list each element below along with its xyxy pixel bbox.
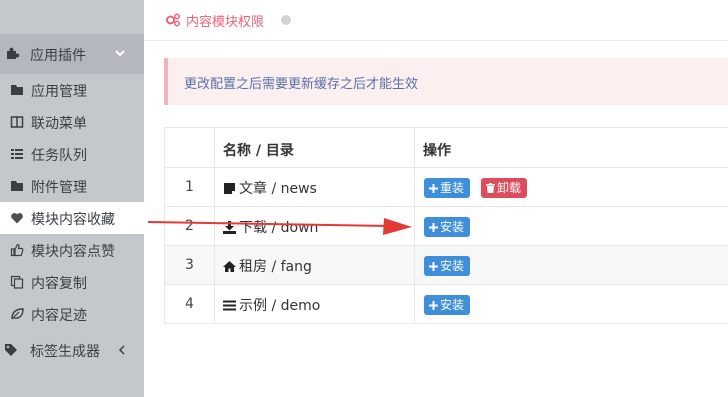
chevron-left-icon [118, 345, 125, 355]
plus-icon [429, 184, 438, 193]
home-icon [223, 261, 236, 272]
chevron-down-icon [115, 50, 125, 57]
table-header-row: 名称 / 目录 操作 [164, 127, 728, 167]
row-actions: 安装 [415, 246, 728, 284]
module-name: 租房 / fang [223, 256, 312, 276]
button-label: 安装 [440, 220, 465, 234]
reinstall-button[interactable]: 重装 [424, 178, 471, 198]
sidebar-item-linkage-menu[interactable]: 联动菜单 [0, 106, 144, 138]
header-name: 名称 / 目录 [215, 128, 415, 167]
heart-icon [11, 213, 23, 224]
row-number: 4 [185, 296, 194, 312]
sidebar-item-label: 模块内容收藏 [31, 212, 115, 228]
sidebar-item-label: 内容足迹 [31, 308, 87, 324]
sidebar-item-attachments[interactable]: 附件管理 [0, 170, 144, 202]
sidebar-item-task-queue[interactable]: 任务队列 [0, 138, 144, 170]
button-label: 安装 [440, 259, 465, 273]
row-name: 示例 / demo [215, 285, 415, 323]
header-actions: 操作 [415, 128, 728, 167]
trash-icon [486, 183, 495, 193]
notice-alert: 更改配置之后需要更新缓存之后才能生效 [164, 58, 728, 105]
plus-icon [429, 223, 438, 232]
sidebar-item-content-copy[interactable]: 内容复制 [0, 266, 144, 298]
install-button[interactable]: 安装 [424, 217, 471, 237]
annotation-arrow [148, 218, 412, 235]
plus-icon [429, 262, 438, 271]
sidebar-group-label: 应用插件 [30, 48, 86, 64]
table-row: 3 租房 / fang 安装 [164, 245, 728, 284]
sidebar-item-app-management[interactable]: 应用管理 [0, 74, 144, 106]
copy-icon [10, 275, 24, 289]
page-title: 内容模块权限 [186, 15, 265, 30]
row-actions: 安装 [415, 285, 728, 323]
table-row: 4 示例 / demo 安装 [164, 284, 728, 323]
bars-icon [223, 300, 236, 311]
table-bottom-border [164, 323, 728, 324]
thumbs-up-icon [10, 243, 24, 257]
list-icon [11, 149, 23, 159]
button-label: 卸载 [497, 181, 522, 195]
leaf-icon [11, 308, 24, 320]
row-name: 文章 / news [215, 168, 415, 206]
row-index: 4 [164, 285, 215, 323]
tag-icon [5, 344, 17, 356]
header-actions-label: 操作 [423, 143, 451, 159]
alert-text: 更改配置之后需要更新缓存之后才能生效 [184, 77, 419, 92]
file-icon [224, 183, 235, 194]
sidebar: 应用插件 应用管理 联动菜单 任务队列 附件管理 模块内容收藏 模块内容点赞 内… [0, 0, 148, 397]
sidebar-item-label: 模块内容点赞 [31, 244, 115, 260]
install-button[interactable]: 安装 [424, 295, 471, 315]
row-actions: 重装 卸载 [415, 168, 728, 206]
header-name-label: 名称 / 目录 [223, 143, 294, 159]
sidebar-item-tag-generator[interactable]: 标签生成器 [0, 334, 144, 366]
module-name-text: 示例 / demo [239, 298, 321, 314]
uninstall-button[interactable]: 卸载 [481, 178, 528, 198]
row-number: 1 [185, 179, 194, 195]
folder-icon [11, 181, 23, 191]
sidebar-item-label: 任务队列 [31, 148, 87, 164]
button-label: 安装 [440, 298, 465, 312]
row-index: 3 [164, 246, 215, 284]
puzzle-icon [7, 47, 20, 59]
sidebar-item-label: 标签生成器 [30, 344, 100, 360]
sidebar-item-module-favorites[interactable]: 模块内容收藏 [0, 202, 148, 234]
button-label: 重装 [440, 181, 465, 195]
sidebar-item-label: 联动菜单 [31, 116, 87, 132]
sidebar-group-app-plugins[interactable]: 应用插件 [0, 34, 144, 74]
cogs-icon [166, 13, 180, 27]
module-name-text: 租房 / fang [239, 259, 312, 275]
module-name-text: 文章 / news [239, 181, 317, 197]
module-name: 示例 / demo [223, 295, 320, 315]
page-header: 内容模块权限 [144, 0, 728, 41]
row-number: 3 [185, 257, 194, 273]
module-name: 文章 / news [223, 178, 317, 198]
header-index [164, 128, 215, 167]
sidebar-item-content-footprint[interactable]: 内容足迹 [0, 298, 144, 330]
row-index: 1 [164, 168, 215, 206]
folder-icon [11, 85, 23, 95]
install-button[interactable]: 安装 [424, 256, 471, 276]
plus-icon [429, 301, 438, 310]
columns-icon [10, 116, 24, 128]
status-dot [281, 15, 291, 25]
row-name: 租房 / fang [215, 246, 415, 284]
sidebar-item-label: 应用管理 [31, 84, 87, 100]
sidebar-item-module-likes[interactable]: 模块内容点赞 [0, 234, 144, 266]
sidebar-item-label: 附件管理 [31, 180, 87, 196]
table-row: 1 文章 / news 重装 卸载 [164, 167, 728, 206]
row-actions: 安装 [415, 207, 728, 245]
sidebar-item-label: 内容复制 [31, 276, 87, 292]
